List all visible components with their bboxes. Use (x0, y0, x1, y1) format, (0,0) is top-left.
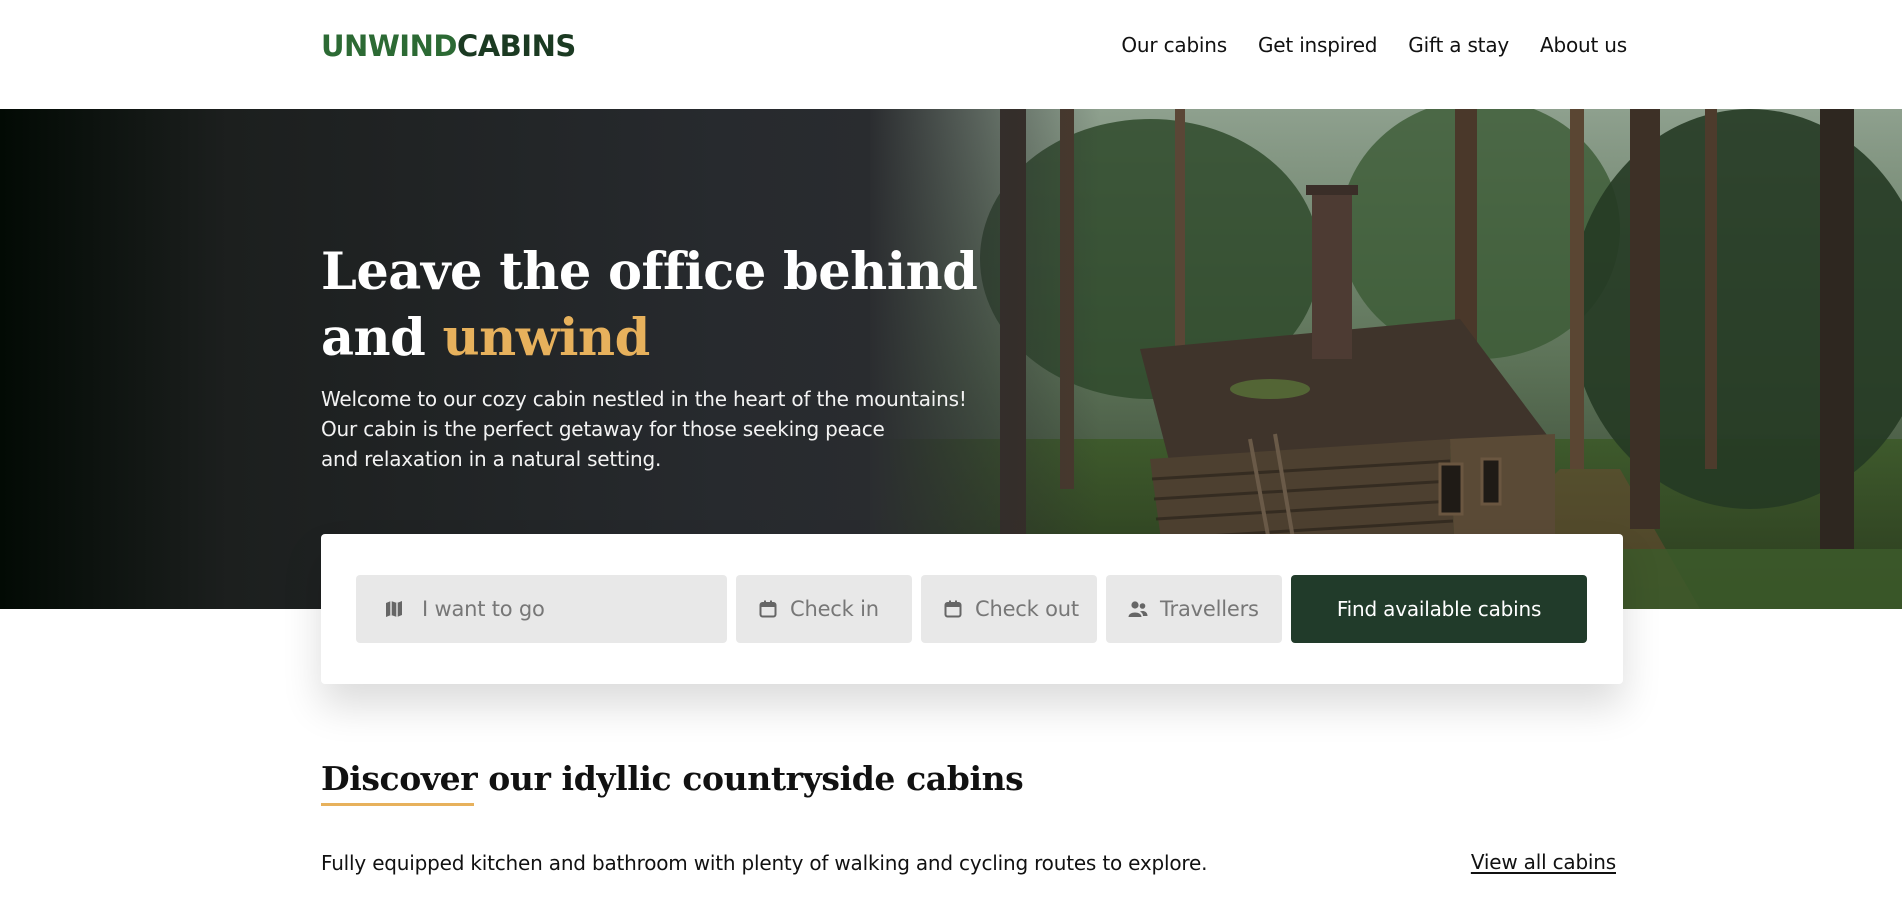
hero-subtitle-line2: Our cabin is the perfect getaway for tho… (321, 417, 885, 441)
travellers-placeholder: Travellers (1160, 597, 1259, 621)
hero-title-line1: Leave the office behind (321, 242, 978, 302)
hero-subtitle-line3: and relaxation in a natural setting. (321, 447, 662, 471)
hero-subtitle: Welcome to our cozy cabin nestled in the… (321, 384, 1001, 474)
discover-description: Fully equipped kitchen and bathroom with… (321, 851, 1208, 875)
nav-link-our-cabins[interactable]: Our cabins (1121, 32, 1227, 58)
map-icon (384, 599, 404, 619)
discover-title: Discover our idyllic countryside cabins (321, 759, 1024, 798)
site-header: UNWINDCABINS Our cabins Get inspired Gif… (0, 0, 1902, 109)
logo-part-cabins: CABINS (456, 29, 576, 63)
main-nav: Our cabins Get inspired Gift a stay Abou… (1121, 32, 1627, 58)
users-icon (1128, 599, 1148, 619)
travellers-input[interactable]: Travellers (1106, 575, 1282, 643)
checkin-input[interactable]: Check in (736, 575, 912, 643)
checkin-placeholder: Check in (790, 597, 879, 621)
find-cabins-button[interactable]: Find available cabins (1291, 575, 1587, 643)
calendar-icon (943, 599, 963, 619)
calendar-icon (758, 599, 778, 619)
checkout-placeholder: Check out (975, 597, 1079, 621)
hero-title-line2-prefix: and (321, 308, 443, 368)
site-logo[interactable]: UNWINDCABINS (321, 28, 576, 64)
checkout-input[interactable]: Check out (921, 575, 1097, 643)
destination-placeholder: I want to go (422, 597, 545, 621)
logo-part-unwind: UNWIND (321, 29, 457, 63)
nav-link-gift-a-stay[interactable]: Gift a stay (1408, 32, 1509, 58)
hero-subtitle-line1: Welcome to our cozy cabin nestled in the… (321, 387, 967, 411)
nav-link-get-inspired[interactable]: Get inspired (1258, 32, 1377, 58)
hero-title-accent: unwind (442, 308, 651, 368)
hero-title: Leave the office behind and unwind (321, 239, 978, 371)
view-all-cabins-link[interactable]: View all cabins (1471, 848, 1616, 876)
discover-title-underline (321, 803, 474, 806)
destination-input[interactable]: I want to go (356, 575, 727, 643)
search-card: I want to go Check in Check out Travelle… (321, 534, 1623, 684)
nav-link-about-us[interactable]: About us (1540, 32, 1627, 58)
